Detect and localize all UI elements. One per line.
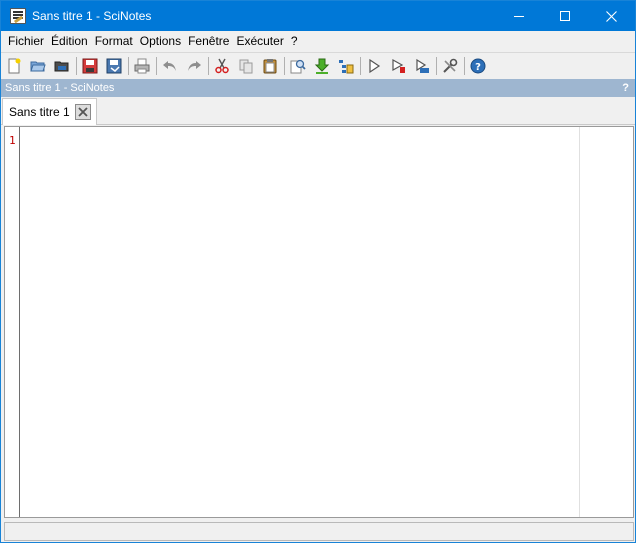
new-file-icon xyxy=(8,58,21,73)
svg-text:?: ? xyxy=(475,62,481,73)
new-file-button[interactable] xyxy=(4,56,24,76)
save-button[interactable] xyxy=(80,56,100,76)
status-bar xyxy=(4,522,634,541)
scinotes-window: Sans titre 1 - SciNotes Fichier Édition … xyxy=(0,0,636,543)
toolbar-separator xyxy=(208,56,209,75)
tab-strip: Sans titre 1 xyxy=(1,97,635,125)
maximize-button[interactable] xyxy=(542,1,588,31)
toolbar-separator xyxy=(76,56,77,75)
line-number-gutter: 1 xyxy=(5,127,20,517)
execute-file-icon xyxy=(392,58,405,73)
paste-button[interactable] xyxy=(260,56,280,76)
menu-fenetre[interactable]: Fenêtre xyxy=(185,31,232,51)
execute-file-button[interactable] xyxy=(388,56,408,76)
menu-executer[interactable]: Exécuter xyxy=(233,31,286,51)
open-recent-button[interactable] xyxy=(52,56,72,76)
dock-title: Sans titre 1 - SciNotes xyxy=(5,82,115,94)
find-replace-button[interactable] xyxy=(288,56,308,76)
minimize-button[interactable] xyxy=(496,1,542,31)
execute-button[interactable] xyxy=(364,56,384,76)
tab-close-button[interactable] xyxy=(75,104,91,120)
menu-help[interactable]: ? xyxy=(288,31,301,51)
find-replace-icon xyxy=(290,59,306,73)
preferences-button[interactable] xyxy=(440,56,460,76)
close-button[interactable] xyxy=(588,1,634,31)
tab-label: Sans titre 1 xyxy=(9,105,70,119)
menu-options[interactable]: Options xyxy=(137,31,184,51)
redo-button[interactable] xyxy=(184,56,204,76)
menu-format[interactable]: Format xyxy=(92,31,136,51)
toolbar-separator xyxy=(436,56,437,75)
toolbar-separator xyxy=(284,56,285,75)
open-recent-icon xyxy=(54,61,69,71)
menu-edition[interactable]: Édition xyxy=(48,31,91,51)
cut-button[interactable] xyxy=(212,56,232,76)
toolbar-separator xyxy=(128,56,129,75)
toolbar-separator xyxy=(464,56,465,75)
execute-until-icon xyxy=(416,58,429,73)
execute-icon xyxy=(369,58,381,73)
save-as-icon xyxy=(106,58,122,73)
minimize-icon xyxy=(514,15,524,17)
toolbar: ? xyxy=(1,52,635,78)
menu-fichier[interactable]: Fichier xyxy=(5,31,47,51)
scinotes-app-icon[interactable] xyxy=(10,8,26,24)
paste-icon xyxy=(263,58,277,73)
toolbar-separator xyxy=(360,56,361,75)
download-icon xyxy=(314,58,330,74)
print-button[interactable] xyxy=(132,56,152,76)
edge-marker-line xyxy=(579,127,580,517)
undo-icon xyxy=(163,60,176,71)
close-icon xyxy=(78,107,88,117)
copy-icon xyxy=(239,59,253,73)
undo-button[interactable] xyxy=(160,56,180,76)
copy-button[interactable] xyxy=(236,56,256,76)
help-button[interactable]: ? xyxy=(468,56,488,76)
maximize-icon xyxy=(560,11,570,21)
title-bar[interactable]: Sans titre 1 - SciNotes xyxy=(1,1,635,31)
preferences-icon xyxy=(443,58,458,73)
save-as-button[interactable] xyxy=(104,56,124,76)
line-number: 1 xyxy=(9,134,16,147)
redo-icon xyxy=(188,60,201,71)
print-icon xyxy=(134,58,150,73)
execute-until-button[interactable] xyxy=(412,56,432,76)
download-button[interactable] xyxy=(312,56,332,76)
indent-icon xyxy=(339,59,354,73)
window-title: Sans titre 1 - SciNotes xyxy=(32,9,152,23)
dock-header[interactable]: Sans titre 1 - SciNotes ? xyxy=(1,79,635,97)
toolbar-separator xyxy=(156,56,157,75)
cut-icon xyxy=(215,58,229,73)
indent-button[interactable] xyxy=(336,56,356,76)
help-icon: ? xyxy=(470,58,486,73)
code-editor[interactable]: 1 xyxy=(4,126,634,518)
dock-help-button[interactable]: ? xyxy=(622,79,629,97)
open-file-icon xyxy=(30,61,46,71)
close-icon xyxy=(605,10,617,22)
tab-sans-titre-1[interactable]: Sans titre 1 xyxy=(2,98,97,125)
menu-bar: Fichier Édition Format Options Fenêtre E… xyxy=(1,31,635,51)
open-file-button[interactable] xyxy=(28,56,48,76)
save-icon xyxy=(82,58,98,73)
